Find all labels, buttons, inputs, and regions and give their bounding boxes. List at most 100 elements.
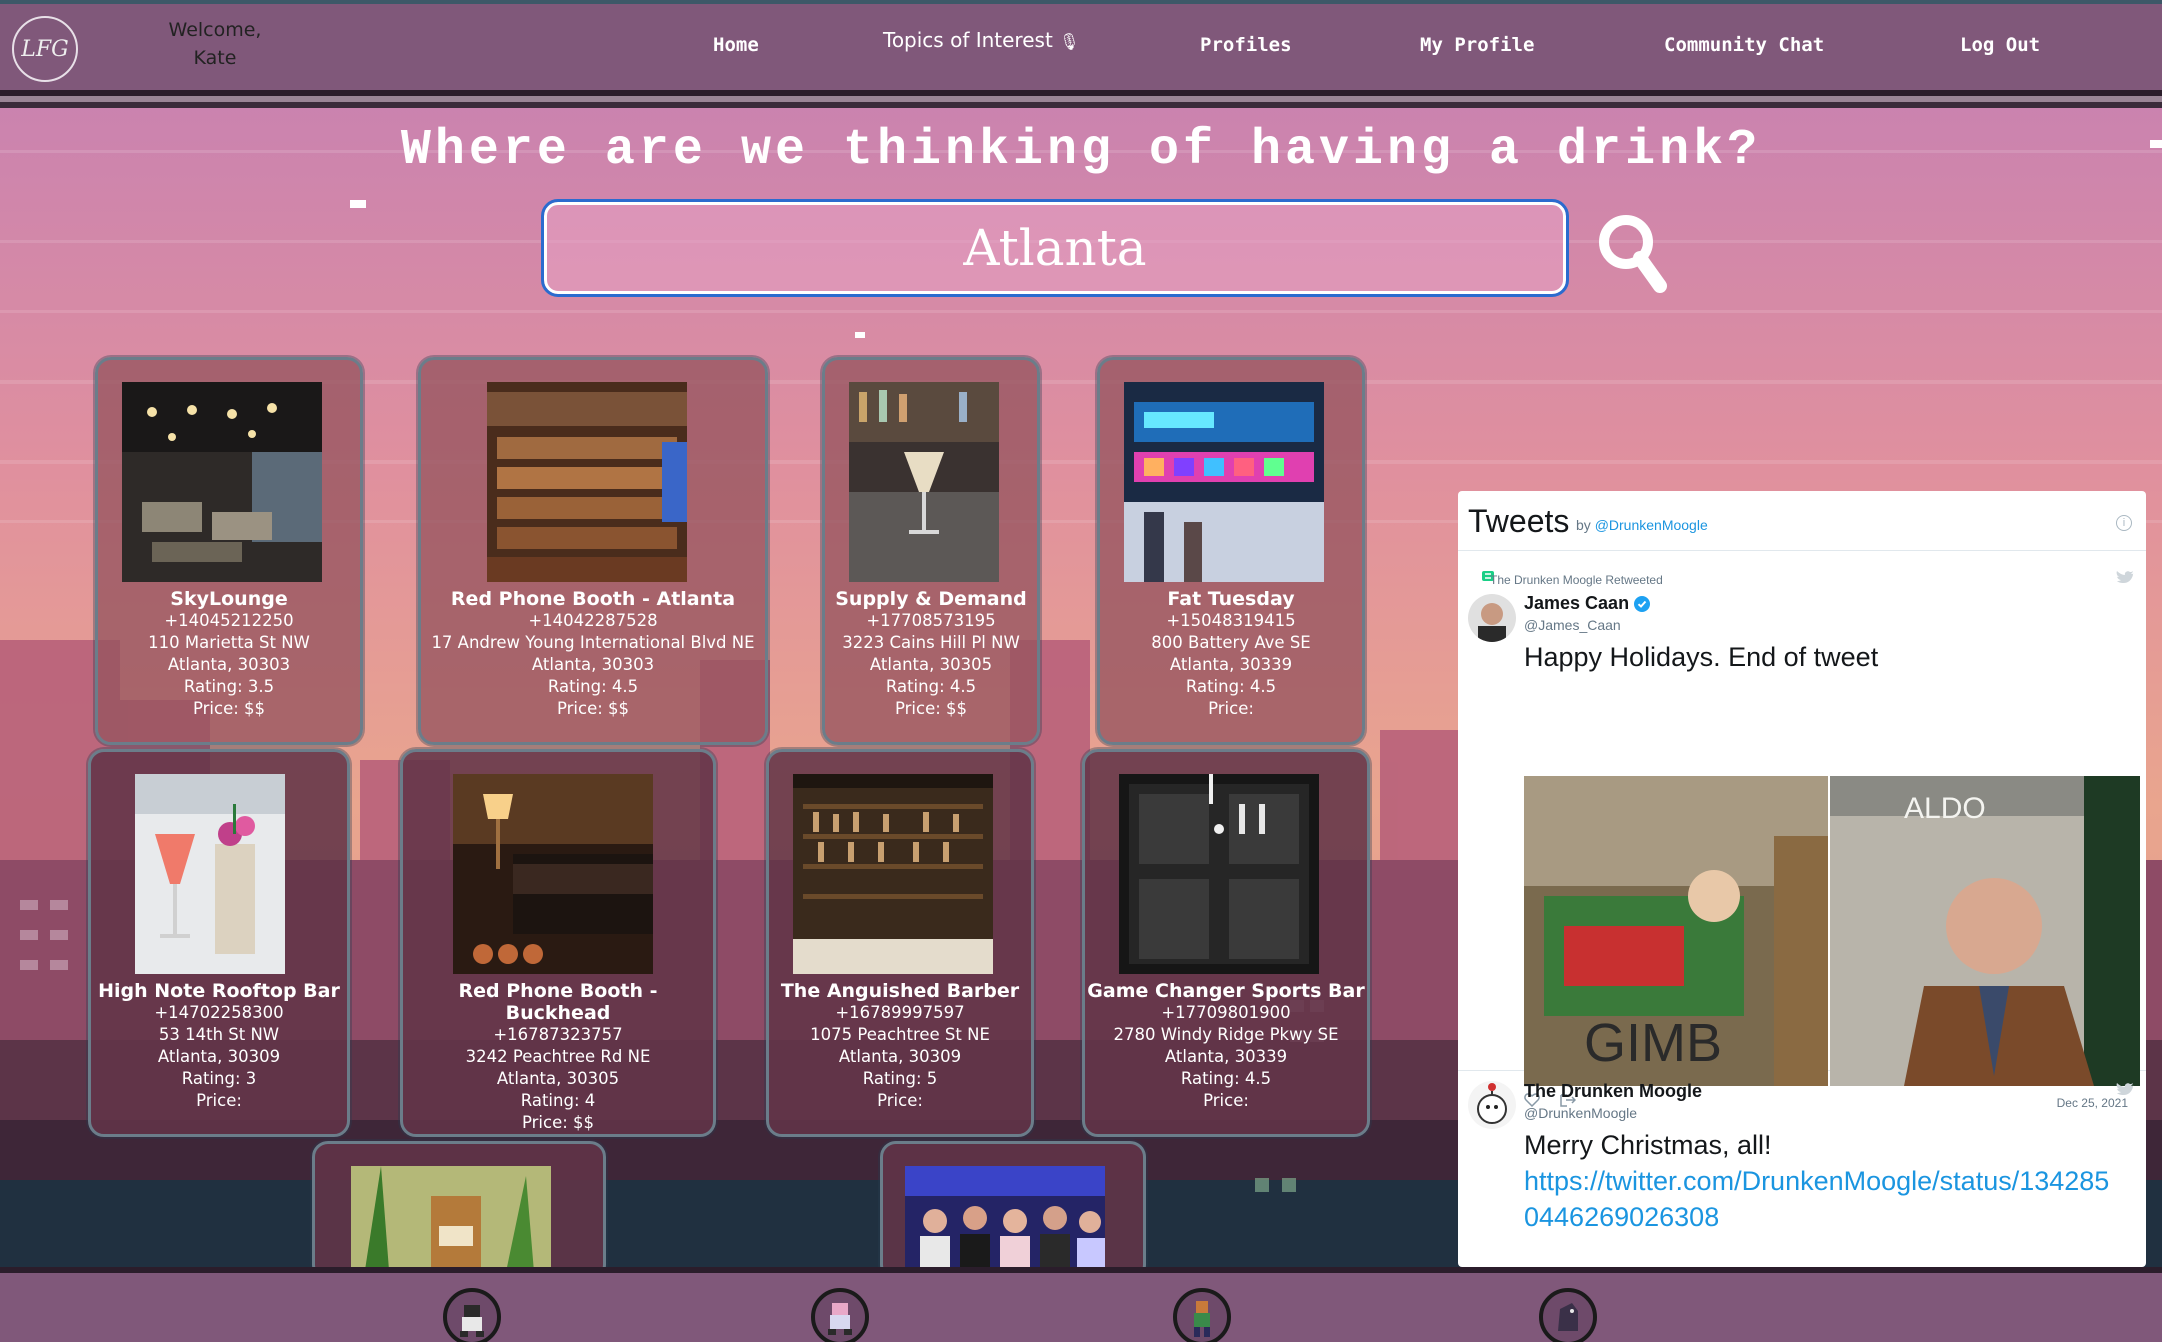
venue-street: 110 Marietta St NW [148, 633, 310, 652]
venue-photo-red-phone-booth-buckhead [453, 774, 653, 974]
venue-rating: Rating: 3 [181, 1069, 257, 1088]
nav-community-chat[interactable]: Community Chat [1664, 34, 1824, 56]
venue-photo-fat-tuesday [1124, 382, 1324, 582]
twitter-bird-icon[interactable] [2116, 1083, 2134, 1097]
tweet[interactable]: The Drunken Moogle @DrunkenMoogle Merry … [1458, 1071, 2146, 1267]
venue-info: Red Phone Booth - Atlanta +14042287528 1… [421, 588, 765, 720]
venue-card[interactable] [880, 1141, 1146, 1281]
venue-photo-tiki-bar [351, 1166, 551, 1278]
venue-photo-nightclub [905, 1166, 1105, 1278]
venue-card[interactable]: Red Phone Booth - Atlanta +14042287528 1… [418, 357, 768, 745]
venue-rating: Rating: 4.5 [1185, 677, 1277, 696]
venue-city: Atlanta, 30305 [496, 1069, 620, 1088]
city-search-input[interactable] [541, 199, 1569, 297]
character-avatar-icon[interactable] [1172, 1287, 1232, 1342]
site-logo[interactable]: LFG [12, 16, 78, 82]
nav-profiles[interactable]: Profiles [1200, 34, 1292, 56]
venue-card[interactable]: Supply & Demand +17708573195 3223 Cains … [822, 357, 1040, 745]
venue-city: Atlanta, 30303 [531, 655, 655, 674]
venue-photo-supply-demand [849, 382, 999, 582]
venue-phone: +14042287528 [528, 611, 658, 630]
venue-info: SkyLounge +14045212250 110 Marietta St N… [98, 588, 360, 720]
venue-phone: +17709801900 [1161, 1003, 1291, 1022]
venue-price: Price: [1203, 1091, 1249, 1110]
venue-city: Atlanta, 30339 [1169, 655, 1293, 674]
venue-info: Fat Tuesday +15048319415 800 Battery Ave… [1100, 588, 1362, 720]
venue-city: Atlanta, 30309 [157, 1047, 281, 1066]
byline-by: by [1576, 517, 1591, 533]
welcome-line: Welcome, [168, 19, 262, 41]
venue-info: Red Phone Booth - Buckhead +16787323757 … [403, 980, 713, 1134]
info-icon[interactable]: i [2116, 515, 2132, 531]
venue-card[interactable]: Fat Tuesday +15048319415 800 Battery Ave… [1097, 357, 1365, 745]
venue-name: High Note Rooftop Bar [98, 980, 340, 1002]
tweet-media-image[interactable]: GIMB ALDO [1524, 776, 2140, 1086]
venue-city: Atlanta, 30303 [167, 655, 291, 674]
venue-phone: +16789997597 [835, 1003, 965, 1022]
character-avatar-icon[interactable] [442, 1287, 502, 1342]
twitter-bird-icon[interactable] [2116, 571, 2134, 585]
microphone-icon: 🎙 [1059, 32, 1080, 51]
venue-rating: Rating: 4.5 [885, 677, 977, 696]
venue-city: Atlanta, 30339 [1164, 1047, 1288, 1066]
venue-phone: +14702258300 [154, 1003, 284, 1022]
venue-street: 800 Battery Ave SE [1151, 633, 1311, 652]
venue-card[interactable]: Game Changer Sports Bar +17709801900 278… [1082, 749, 1370, 1137]
venue-price: Price: [196, 1091, 242, 1110]
twitter-widget-header: Tweets by @DrunkenMoogle i [1458, 491, 2146, 551]
tweet-author-name[interactable]: The Drunken Moogle [1524, 1081, 1702, 1102]
welcome-user-name: Kate [193, 47, 237, 69]
venue-photo-game-changer-sports-bar [1119, 774, 1319, 974]
venue-card[interactable]: Red Phone Booth - Buckhead +16787323757 … [400, 749, 716, 1137]
venue-street: 17 Andrew Young International Blvd NE [431, 633, 755, 652]
nav-divider [0, 102, 2162, 108]
nav-my-profile[interactable]: My Profile [1420, 34, 1534, 56]
page-headline: Where are we thinking of having a drink? [400, 122, 1762, 179]
media-shop-sign: ALDO [1904, 792, 1986, 825]
bottom-bar [0, 1267, 2162, 1342]
venue-rating: Rating: 4.5 [547, 677, 639, 696]
character-avatar-icon[interactable] [810, 1287, 870, 1342]
venue-price: Price: $$ [556, 699, 630, 718]
twitter-account-link[interactable]: @DrunkenMoogle [1595, 517, 1708, 533]
verified-badge-icon [1634, 596, 1650, 612]
venue-info: High Note Rooftop Bar +14702258300 53 14… [91, 980, 347, 1112]
retweet-note: The Drunken Moogle Retweeted [1490, 573, 1663, 587]
tweet-author-handle[interactable]: @James_Caan [1524, 617, 1621, 633]
welcome-message: Welcome, Kate [150, 16, 280, 72]
venue-card[interactable]: High Note Rooftop Bar +14702258300 53 14… [88, 749, 350, 1137]
venue-info: Game Changer Sports Bar +17709801900 278… [1085, 980, 1367, 1112]
venue-rating: Rating: 4.5 [1180, 1069, 1272, 1088]
character-avatar-icon[interactable] [1538, 1287, 1598, 1342]
venue-city: Atlanta, 30309 [838, 1047, 962, 1066]
search-icon[interactable] [1596, 212, 1668, 294]
venue-street: 3223 Cains Hill Pl NW [842, 633, 1020, 652]
twitter-widget-title: Tweets [1468, 503, 1570, 539]
venue-name: Red Phone Booth - Atlanta [450, 588, 736, 610]
venue-card[interactable]: The Anguished Barber +16789997597 1075 P… [766, 749, 1034, 1137]
venue-phone: +14045212250 [164, 611, 294, 630]
venue-card[interactable]: SkyLounge +14045212250 110 Marietta St N… [95, 357, 363, 745]
twitter-widget-byline: by @DrunkenMoogle [1576, 517, 1708, 533]
venue-name: Red Phone Booth - Buckhead [458, 980, 658, 1024]
tweet-text: Merry Christmas, all! [1524, 1130, 1772, 1160]
logo-text: LFG [21, 36, 69, 62]
venue-city: Atlanta, 30305 [869, 655, 993, 674]
tweet[interactable]: The Drunken Moogle Retweeted James Caan … [1458, 551, 2146, 1110]
tweet-text: Happy Holidays. End of tweet [1524, 642, 1879, 672]
tweet-link[interactable]: https://twitter.com/DrunkenMoogle/status… [1524, 1163, 2124, 1235]
nav-home[interactable]: Home [713, 34, 759, 56]
venue-rating: Rating: 5 [862, 1069, 938, 1088]
media-window-lettering: GIMB [1584, 1013, 1722, 1073]
nav-topics-of-interest[interactable]: Topics of Interest 🎙 [883, 28, 1079, 52]
venue-phone: +17708573195 [866, 611, 996, 630]
venue-price: Price: [1208, 699, 1254, 718]
tweet-author-handle[interactable]: @DrunkenMoogle [1524, 1105, 1637, 1121]
venue-name: The Anguished Barber [780, 980, 1020, 1002]
nav-log-out[interactable]: Log Out [1960, 34, 2040, 56]
tweet-author-name[interactable]: James Caan [1524, 593, 1629, 614]
avatar-drunken-moogle [1468, 1081, 1516, 1129]
venue-card[interactable] [312, 1141, 606, 1281]
venue-phone: +16787323757 [493, 1025, 623, 1044]
venue-photo-high-note-rooftop-bar [135, 774, 285, 974]
